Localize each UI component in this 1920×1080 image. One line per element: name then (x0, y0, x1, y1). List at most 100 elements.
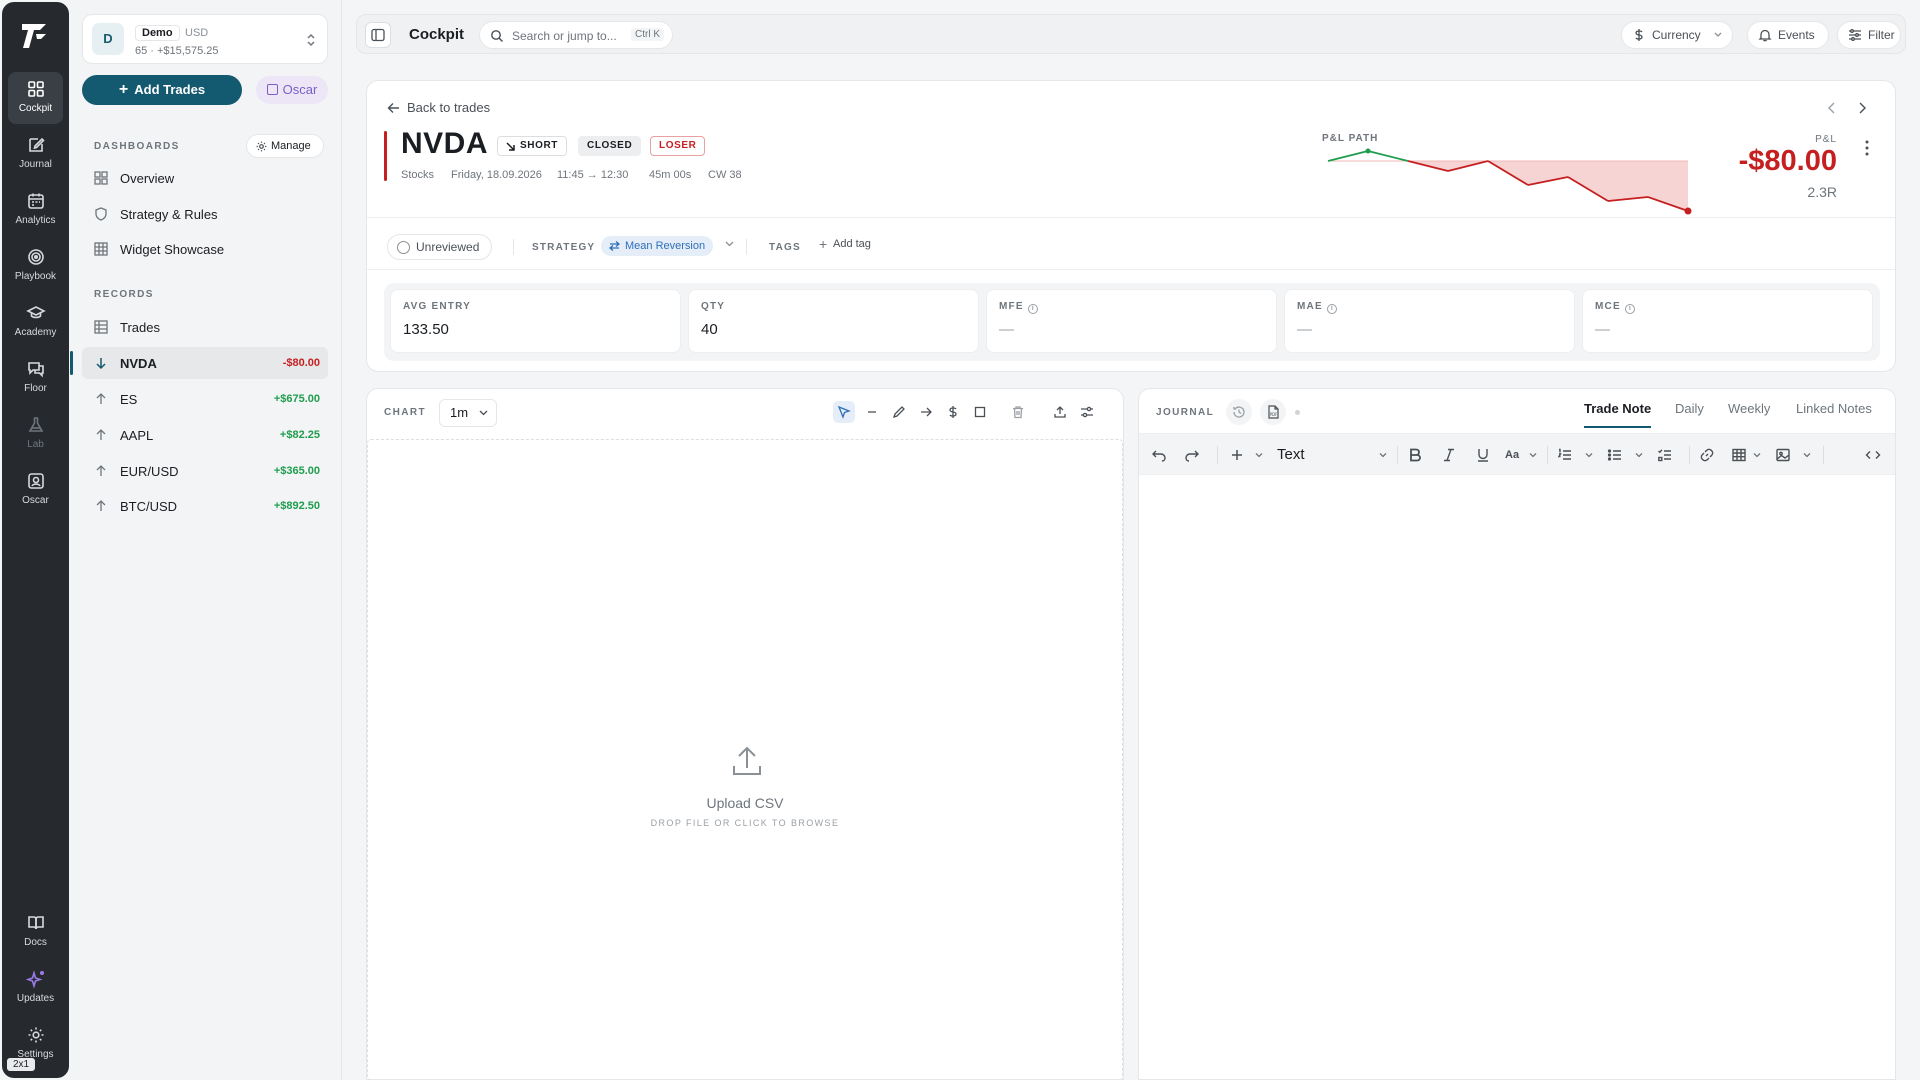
timeframe-select[interactable]: 1m (439, 399, 497, 427)
tab-weekly[interactable]: Weekly (1728, 401, 1770, 426)
add-tag-button[interactable]: Add tag (817, 236, 871, 252)
pdf-export-button[interactable]: PDF (1260, 399, 1286, 425)
link-button[interactable] (1697, 445, 1717, 465)
chart-settings-tool[interactable] (1076, 401, 1098, 423)
chevron-down-icon[interactable] (1585, 451, 1593, 459)
horizontal-line-tool[interactable] (861, 401, 883, 423)
rail-item-journal[interactable]: Journal (8, 128, 63, 180)
rail-item-docs[interactable]: Docs (8, 906, 63, 958)
chevron-down-icon[interactable] (1529, 451, 1537, 459)
rail-item-oscar[interactable]: Oscar (8, 464, 63, 516)
record-item-aapl[interactable]: AAPL +$82.25 (82, 419, 328, 451)
account-switcher[interactable]: D Demo USD 65 · +$15,575.25 (82, 14, 328, 64)
account-name: Demo (135, 25, 180, 41)
ordered-list-button[interactable] (1555, 445, 1575, 465)
table-button[interactable] (1729, 445, 1749, 465)
tab-linked-notes[interactable]: Linked Notes (1796, 401, 1872, 426)
swap-arrows-icon (609, 241, 620, 251)
chevron-right-icon[interactable] (1855, 101, 1869, 115)
chevron-down-icon[interactable] (725, 241, 734, 247)
pencil-tool[interactable] (888, 401, 910, 423)
chevron-down-icon[interactable] (1379, 451, 1387, 459)
history-button[interactable] (1226, 399, 1252, 425)
record-pnl: +$675.00 (273, 393, 320, 405)
redo-button[interactable] (1182, 445, 1202, 465)
tab-daily[interactable]: Daily (1675, 401, 1704, 426)
insert-block-button[interactable] (1227, 445, 1247, 465)
italic-button[interactable] (1439, 445, 1459, 465)
rail-item-cockpit[interactable]: Cockpit (8, 72, 63, 124)
sparkline-end-point (1684, 207, 1692, 215)
chevron-down-icon[interactable] (1635, 451, 1643, 459)
trade-time: 11:45 → 12:30 (557, 169, 629, 181)
record-item-es[interactable]: ES +$675.00 (82, 383, 328, 415)
arrow-tool[interactable] (915, 401, 937, 423)
rectangle-tool[interactable] (969, 401, 991, 423)
app-logo[interactable] (16, 18, 54, 54)
checklist-button[interactable] (1655, 445, 1675, 465)
price-tool[interactable] (942, 401, 964, 423)
csv-drop-zone[interactable]: Upload CSV DROP FILE OR CLICK TO BROWSE (367, 439, 1123, 1080)
rail-item-analytics[interactable]: Analytics (8, 184, 63, 236)
delete-drawings-tool[interactable] (1007, 401, 1029, 423)
stat-value: — (1595, 321, 1610, 338)
bullet-list-button[interactable] (1605, 445, 1625, 465)
rail-item-updates[interactable]: Updates (8, 962, 63, 1014)
rail-item-academy[interactable]: Academy (8, 296, 63, 348)
account-summary: 65 · +$15,575.25 (135, 45, 219, 57)
tab-trade-note[interactable]: Trade Note (1584, 401, 1652, 428)
account-currency: USD (185, 27, 209, 39)
nav-item-overview[interactable]: Overview (82, 162, 328, 194)
record-item-btcusd[interactable]: BTC/USD +$892.50 (82, 490, 328, 522)
nav-item-widget-showcase[interactable]: Widget Showcase (82, 233, 328, 265)
settings-sliders-icon (1081, 406, 1093, 418)
info-icon[interactable]: i (1027, 304, 1038, 314)
status-badge: CLOSED (578, 136, 642, 156)
chevron-down-icon[interactable] (1803, 451, 1811, 459)
events-button[interactable]: Events (1747, 21, 1829, 49)
info-icon[interactable]: i (1624, 304, 1635, 314)
underline-button[interactable] (1473, 445, 1493, 465)
info-icon[interactable]: i (1326, 304, 1337, 314)
sidebar-toggle-button[interactable] (365, 22, 391, 48)
version-badge: 2x1 (7, 1058, 36, 1071)
svg-text:PDF: PDF (1270, 412, 1278, 417)
add-trades-button[interactable]: + Add Trades (82, 75, 242, 105)
journal-panel: JOURNAL PDF Trade Note Daily Weekly Link… (1138, 388, 1896, 1080)
trade-stats: AVG ENTRY 133.50 QTY 40 MFE i — MAE i — MC… (384, 283, 1880, 361)
nav-item-trades[interactable]: Trades (82, 311, 328, 343)
record-item-eurusd[interactable]: EUR/USD +$365.00 (82, 455, 328, 487)
dashboards-label: DASHBOARDS (94, 141, 180, 152)
journal-editor-area[interactable] (1139, 476, 1895, 1080)
chevron-down-icon[interactable] (1753, 451, 1761, 459)
image-button[interactable] (1773, 445, 1793, 465)
rail-item-floor[interactable]: Floor (8, 352, 63, 404)
strategy-selector[interactable]: Mean Reversion (601, 236, 714, 256)
rail-item-lab[interactable]: Lab (8, 408, 63, 460)
export-tool[interactable] (1049, 401, 1071, 423)
rail-label: Journal (19, 159, 52, 170)
cursor-tool[interactable] (833, 401, 855, 423)
code-view-button[interactable] (1863, 445, 1883, 465)
currency-dropdown[interactable]: Currency (1621, 21, 1733, 49)
oscar-button[interactable]: Oscar (256, 76, 328, 104)
rail-item-playbook[interactable]: Playbook (8, 240, 63, 292)
block-type-select[interactable]: Text (1277, 446, 1305, 463)
nav-item-strategy-rules[interactable]: Strategy & Rules (82, 198, 328, 230)
bold-button[interactable] (1405, 445, 1425, 465)
rail-label: Docs (24, 937, 47, 948)
separator (513, 239, 514, 255)
record-symbol: AAPL (120, 428, 154, 443)
trade-date: Friday, 18.09.2026 (451, 169, 542, 181)
record-item-nvda[interactable]: NVDA -$80.00 (70, 347, 328, 379)
review-status-toggle[interactable]: Unreviewed (387, 234, 493, 260)
more-vertical-icon[interactable] (1865, 139, 1869, 157)
manage-dashboards-button[interactable]: Manage (246, 134, 324, 158)
back-to-trades-link[interactable]: Back to trades (387, 100, 490, 115)
upload-icon (733, 746, 761, 775)
search-input[interactable]: Search or jump to... Ctrl K (479, 21, 673, 49)
chevron-left-icon[interactable] (1825, 101, 1839, 115)
undo-button[interactable] (1149, 445, 1169, 465)
chevron-down-icon[interactable] (1255, 451, 1263, 459)
filter-button[interactable]: Filter (1837, 21, 1901, 49)
